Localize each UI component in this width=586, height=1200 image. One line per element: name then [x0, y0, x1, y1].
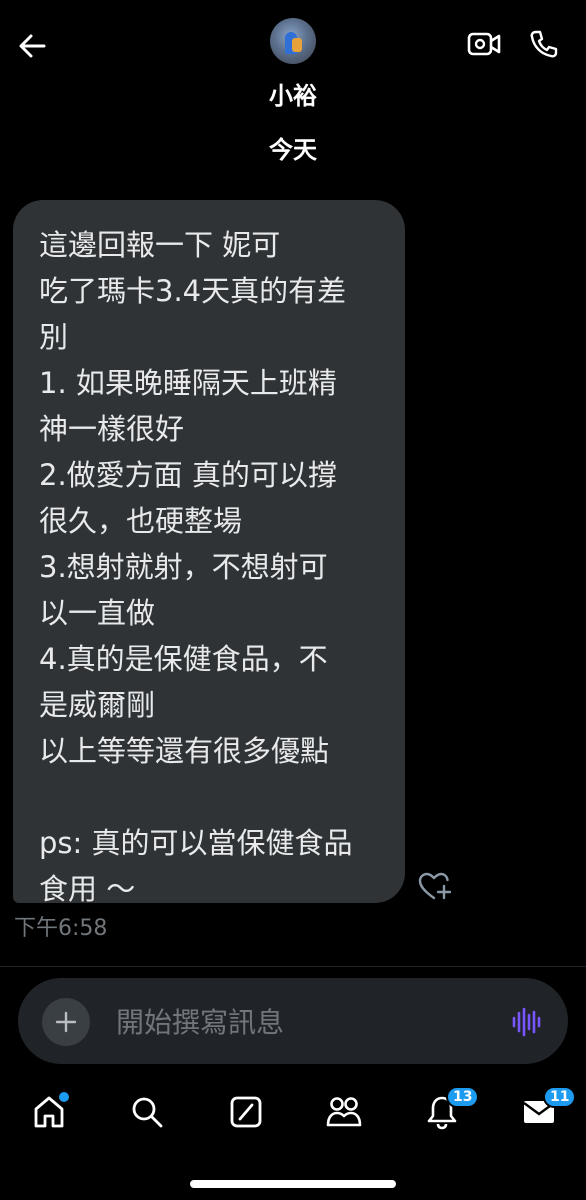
message-line: 吃了瑪卡3.4天真的有差 [39, 274, 347, 308]
back-button[interactable] [12, 26, 52, 66]
date-separator: 今天 [269, 136, 317, 164]
react-button[interactable] [418, 870, 452, 904]
video-camera-icon [467, 32, 501, 56]
search-icon [132, 1097, 163, 1128]
home-indicator[interactable] [190, 1180, 396, 1188]
nav-communities[interactable] [322, 1090, 366, 1134]
message-timestamp: 下午6:58 [14, 916, 108, 941]
message-line: 很久，也硬整場 [39, 504, 243, 538]
plus-icon [55, 1011, 77, 1033]
nav-notifications[interactable]: 13 [420, 1086, 480, 1134]
grok-icon [230, 1096, 262, 1128]
message-bubble[interactable]: 這邊回報一下 妮可 吃了瑪卡3.4天真的有差 別 1. 如果晚睡隔天上班精 神一… [13, 200, 405, 906]
nav-grok[interactable] [224, 1090, 268, 1134]
add-media-button[interactable] [42, 998, 90, 1046]
heart-plus-icon [418, 872, 452, 900]
nav-messages[interactable]: 11 [517, 1086, 577, 1134]
nav-search[interactable] [125, 1090, 169, 1134]
notifications-badge: 13 [446, 1086, 480, 1108]
message-line: 1. 如果晚睡隔天上班精 [39, 366, 337, 400]
composer-divider [0, 966, 586, 967]
message-line: 3.想射就射，不想射可 [39, 550, 328, 584]
avatar-figure-detail [292, 38, 302, 52]
message-composer [18, 978, 568, 1064]
voice-call-button[interactable] [524, 24, 564, 64]
message-line: 以一直做 [39, 596, 156, 630]
video-call-button[interactable] [464, 24, 504, 64]
phone-icon [530, 30, 558, 58]
back-arrow-icon [19, 34, 46, 58]
message-line: 神一樣很好 [39, 412, 185, 446]
contact-avatar[interactable] [270, 18, 316, 64]
message-line: 食用 ～ [39, 872, 136, 906]
message-line: 以上等等還有很多優點 [39, 734, 330, 768]
message-line: 是威爾剛 [39, 688, 156, 722]
message-line [39, 774, 385, 820]
message-line: 4.真的是保健食品，不 [39, 642, 328, 676]
message-line: 這邊回報一下 妮可 [39, 228, 281, 262]
message-line: 別 [39, 320, 69, 354]
message-line: 2.做愛方面 真的可以撐 [39, 458, 337, 492]
home-notification-dot [57, 1090, 71, 1104]
message-line: ps: 真的可以當保健食品 [39, 826, 353, 860]
nav-home[interactable] [27, 1090, 71, 1134]
voice-message-button[interactable] [508, 1004, 544, 1040]
dm-conversation-screen: 小裕 今天 這邊回報一下 妮可 吃了瑪卡3.4天真的有差 別 1. 如果晚睡隔天… [0, 0, 586, 1200]
communities-icon [326, 1097, 362, 1127]
messages-badge: 11 [543, 1086, 577, 1108]
message-input[interactable] [116, 1000, 476, 1044]
contact-name[interactable]: 小裕 [0, 76, 586, 111]
voice-wave-icon [512, 1007, 541, 1037]
